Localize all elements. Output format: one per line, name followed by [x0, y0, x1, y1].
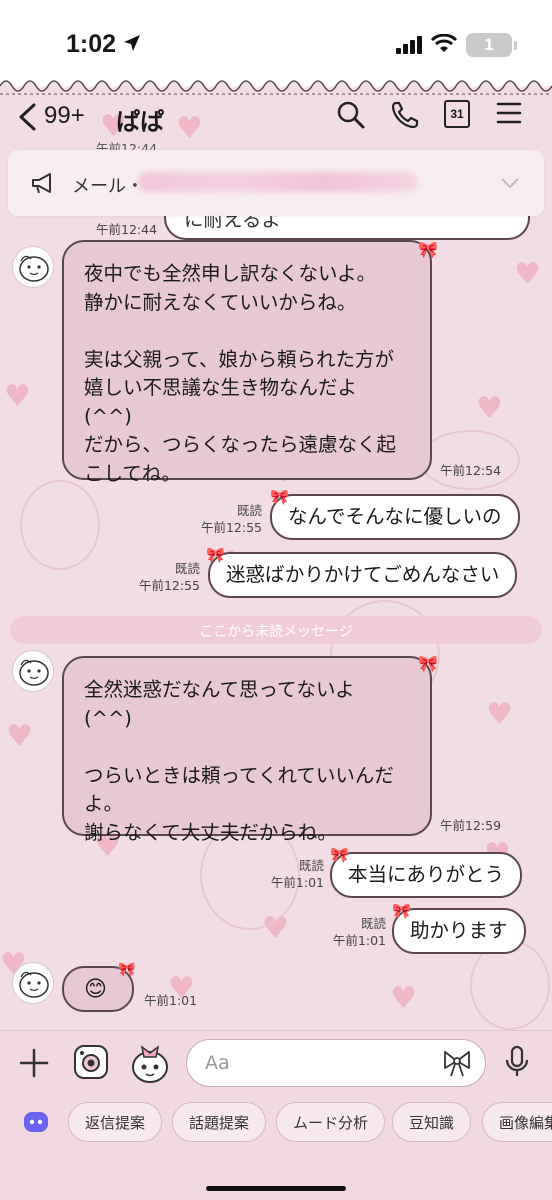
message-meta: 既読 午前1:01	[264, 857, 324, 891]
signal-bars-icon	[396, 36, 422, 54]
message-time: 午前12:59	[440, 818, 502, 833]
message-input[interactable]	[186, 1039, 486, 1087]
search-icon[interactable]	[336, 100, 366, 130]
message-time: 午前1:01	[332, 933, 386, 948]
message-input-field[interactable]	[205, 1052, 425, 1074]
ai-chip-reply-suggest[interactable]: 返信提案	[68, 1102, 163, 1142]
message-text: 夜中でも全然申し訳なくないよ。 静かに耐えなくていいからね。 実は父親って、娘か…	[84, 262, 397, 485]
calendar-day: 31	[450, 107, 464, 121]
message-text: 助かります	[410, 919, 508, 942]
chip-label: 返信提案	[85, 1114, 146, 1132]
status-time: 1:02	[66, 30, 117, 58]
heart-decoration: ♥	[514, 257, 541, 292]
bow-decoration: 🎀	[118, 962, 136, 978]
message-time: 午前12:55	[200, 520, 262, 535]
message-text: なんでそんなに優しいの	[288, 505, 502, 528]
heart-decoration: ♥	[390, 981, 417, 1016]
back-chevron-icon[interactable]	[16, 102, 38, 132]
chat-title[interactable]: ぱぱ	[116, 102, 164, 137]
chevron-down-icon[interactable]	[500, 176, 520, 190]
bow-decoration: 🎀	[418, 654, 438, 673]
heart-decoration: ♥	[6, 719, 33, 754]
chip-label: 画像編集	[499, 1114, 552, 1132]
message-text: 😊	[84, 977, 107, 1002]
announcement-text: メール・	[72, 176, 144, 197]
redacted-text	[138, 172, 418, 192]
message-bubble-received[interactable]: 全然迷惑だなんて思ってないよ (^^) つらいときは頼ってくれていいんだ よ。 …	[62, 656, 432, 844]
ai-chip-image-edit[interactable]: 画像編集	[482, 1102, 552, 1142]
heart-decoration: ♥	[4, 379, 31, 414]
microphone-icon[interactable]	[504, 1045, 530, 1079]
read-receipt: 既読	[298, 858, 324, 873]
battery-cap	[514, 41, 517, 50]
ribbon-icon[interactable]	[441, 1048, 473, 1078]
message-text: 全然迷惑だなんて思ってないよ (^^) つらいときは頼ってくれていいんだ よ。 …	[84, 678, 394, 844]
heart-decoration: ♥	[486, 697, 513, 732]
message-time: 午前12:55	[138, 578, 200, 593]
message-bubble-sent[interactable]: に耐えるよ	[164, 214, 530, 240]
camera-icon[interactable]	[72, 1043, 110, 1081]
unread-divider: ここから未読メッセージ	[10, 616, 542, 644]
ai-chip-trivia[interactable]: 豆知識	[392, 1102, 472, 1142]
avatar-image	[19, 255, 49, 282]
avatar[interactable]	[12, 246, 54, 288]
message-text: 迷惑ばかりかけてごめんなさい	[226, 563, 500, 586]
message-text: に耐えるよ	[184, 214, 281, 231]
read-receipt: 既読	[360, 916, 386, 931]
message-text: 本当にありがとう	[348, 863, 505, 886]
bow-decoration: 🎀	[418, 240, 438, 259]
bow-decoration: 🎀	[330, 846, 349, 864]
bow-decoration: 🎀	[270, 488, 289, 506]
bow-decoration: 🎀	[392, 902, 411, 920]
character-sketch	[20, 480, 100, 570]
announcement-banner[interactable]: メール・	[8, 150, 544, 216]
battery-level: 1	[484, 35, 494, 54]
message-bubble-sent[interactable]: 迷惑ばかりかけてごめんなさい	[208, 552, 518, 598]
read-receipt: 既読	[236, 503, 262, 518]
message-bubble-sent[interactable]: 本当にありがとう	[330, 852, 523, 898]
bow-decoration: 🎀	[206, 546, 225, 564]
heart-decoration: ♥	[476, 391, 503, 426]
plus-icon[interactable]	[18, 1047, 50, 1079]
message-bubble-sent[interactable]: なんでそんなに優しいの	[270, 494, 520, 540]
message-input-bar	[0, 1030, 552, 1100]
message-time: 午前12:54	[440, 463, 502, 478]
message-time: 午前12:44	[96, 222, 158, 237]
ai-chip-mood-analysis[interactable]: ムード分析	[276, 1102, 386, 1142]
message-bubble-received[interactable]: 夜中でも全然申し訳なくないよ。 静かに耐えなくていいからね。 実は父親って、娘か…	[62, 240, 432, 485]
unread-divider-label: ここから未読メッセージ	[199, 624, 353, 640]
menu-icon[interactable]	[496, 100, 522, 126]
avatar-image	[19, 971, 49, 998]
avatar[interactable]	[12, 650, 54, 692]
chip-label: ムード分析	[293, 1114, 369, 1132]
ai-suggestion-bar: 返信提案 話題提案 ムード分析 豆知識 画像編集	[0, 1100, 552, 1200]
ai-assistant-icon[interactable]	[22, 1108, 50, 1136]
message-meta: 既読 午前1:01	[326, 915, 386, 949]
location-arrow-icon	[124, 35, 140, 51]
message-meta: 既読 午前12:55	[134, 560, 200, 594]
character-sketch	[420, 430, 520, 490]
battery-icon: 1	[466, 33, 512, 57]
message-time: 午前1:01	[144, 993, 198, 1008]
megaphone-icon	[32, 173, 51, 194]
chat-header: 99+ ぱぱ 31	[0, 90, 552, 146]
phone-icon[interactable]	[390, 100, 420, 130]
chip-label: 話題提案	[189, 1114, 250, 1132]
read-receipt: 既読	[174, 561, 200, 576]
unread-count[interactable]: 99+	[44, 102, 85, 130]
wifi-icon	[430, 34, 458, 52]
message-bubble-sent[interactable]: 助かります	[392, 908, 526, 954]
message-time: 午前1:01	[270, 875, 324, 890]
chip-label: 豆知識	[409, 1114, 455, 1132]
ai-chip-topic-suggest[interactable]: 話題提案	[172, 1102, 267, 1142]
sticker-icon[interactable]	[128, 1039, 172, 1085]
avatar-image	[19, 659, 49, 686]
home-indicator[interactable]	[206, 1186, 346, 1191]
avatar[interactable]	[12, 962, 54, 1004]
message-meta: 既読 午前12:55	[196, 502, 262, 536]
calendar-icon[interactable]: 31	[444, 100, 470, 128]
